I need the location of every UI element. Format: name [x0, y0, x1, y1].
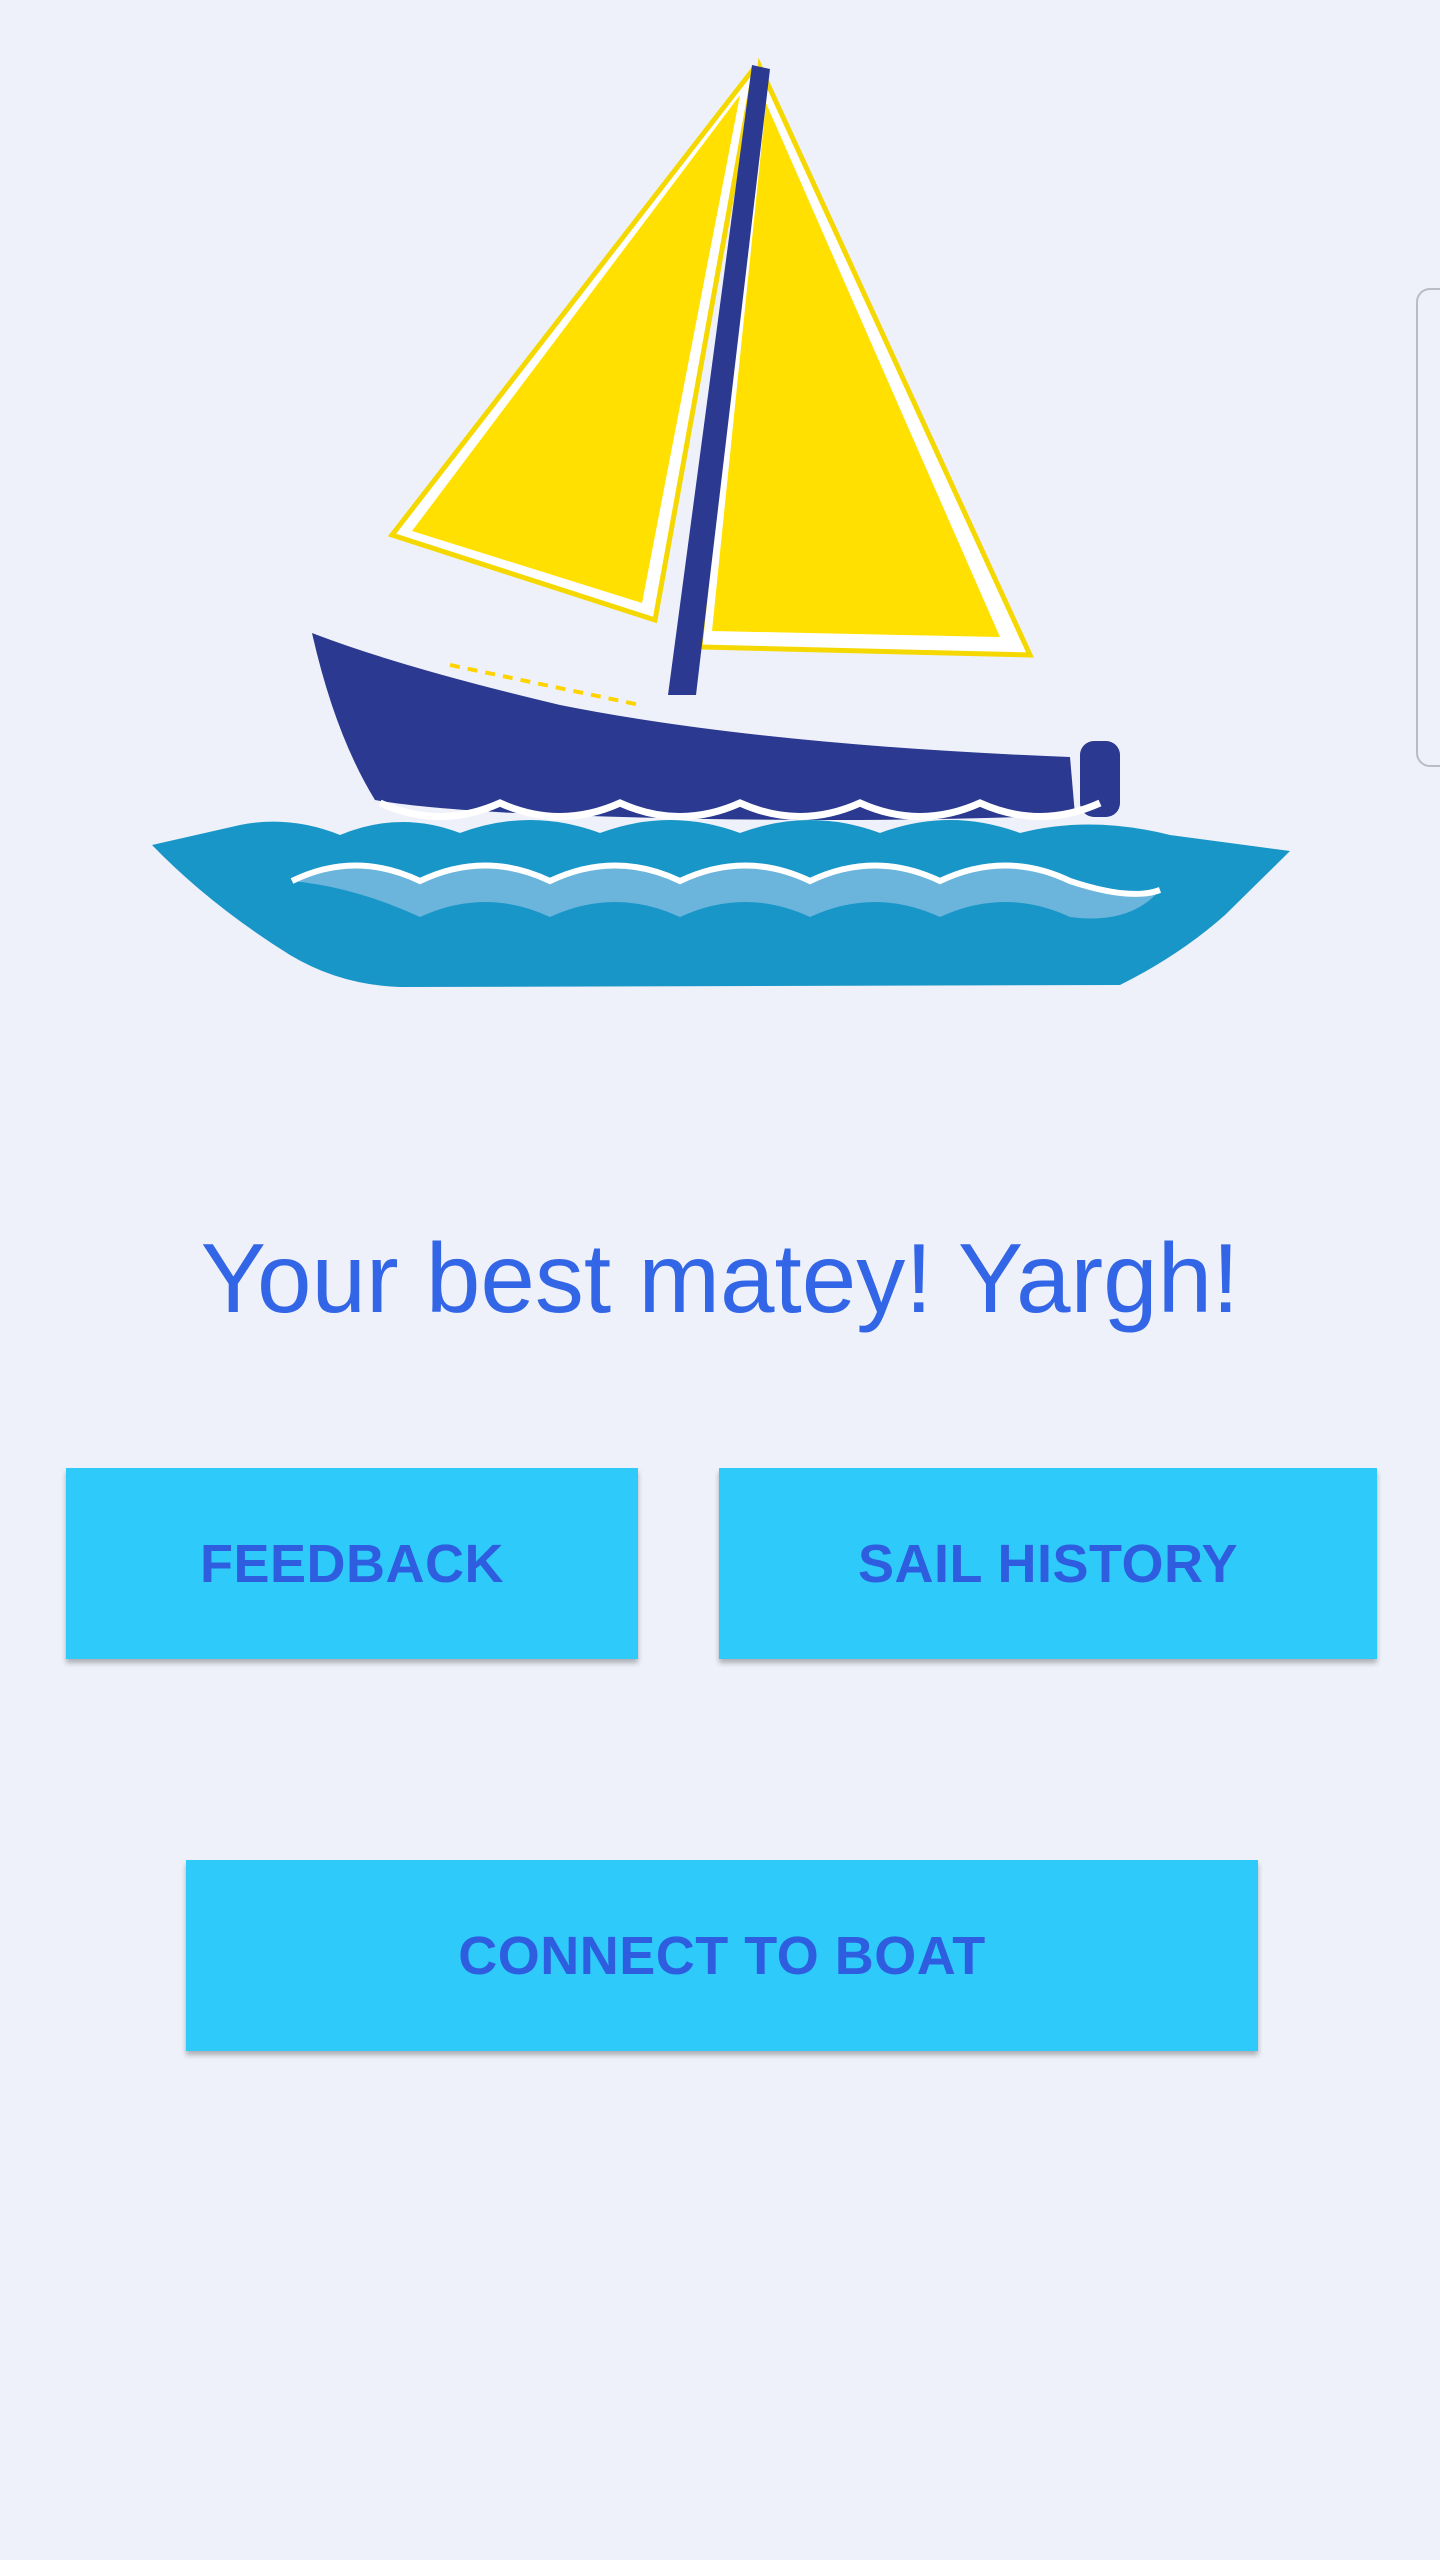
sail-history-button[interactable]: SAIL HISTORY [719, 1468, 1377, 1659]
edge-panel-handle[interactable] [1416, 288, 1440, 767]
connect-to-boat-button[interactable]: CONNECT TO BOAT [186, 1860, 1258, 2051]
feedback-button[interactable]: FEEDBACK [66, 1468, 638, 1659]
tagline: Your best matey! Yargh! [200, 1223, 1240, 1333]
sailboat-logo [140, 55, 1300, 1005]
sailboat-logo-icon [152, 57, 1290, 987]
